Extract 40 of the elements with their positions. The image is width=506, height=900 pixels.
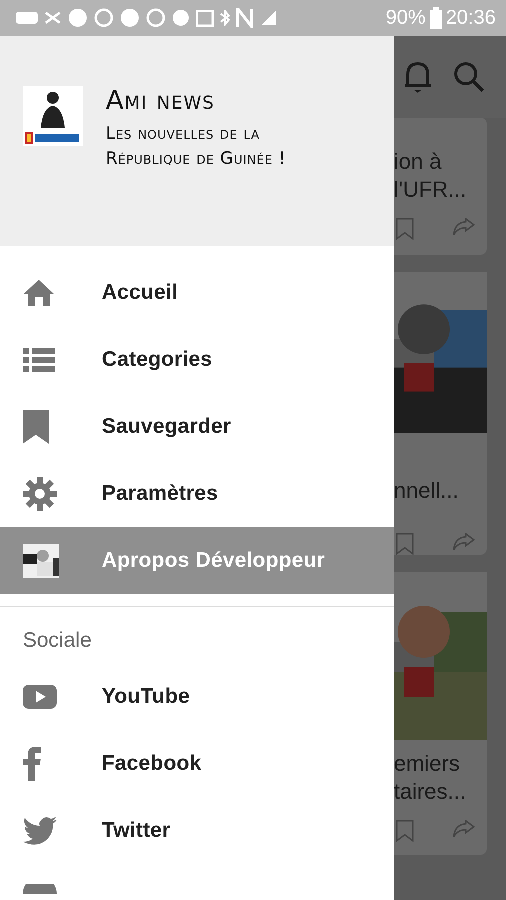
bell-icon[interactable] xyxy=(404,60,432,94)
list-icon xyxy=(23,348,55,372)
ring-icon xyxy=(146,8,166,28)
menu-item[interactable]: Categories xyxy=(0,326,394,393)
clock: 20:36 xyxy=(446,6,496,30)
bookmark-icon[interactable] xyxy=(396,218,414,240)
menu-item[interactable]: Paramètres xyxy=(0,460,394,527)
signal-icon xyxy=(260,9,278,27)
card-headline: emiers xyxy=(394,750,462,778)
card-headline: taires... xyxy=(394,778,468,806)
app-title: Ami news xyxy=(106,86,216,116)
search-icon[interactable] xyxy=(454,62,484,92)
share-icon[interactable] xyxy=(453,218,475,236)
nfc-icon xyxy=(236,8,254,28)
bookmark-icon[interactable] xyxy=(396,820,414,842)
image-icon xyxy=(196,10,214,26)
menu-item[interactable]: YouTube xyxy=(0,663,394,730)
card-headline: nnell... xyxy=(394,477,460,505)
battery-icon xyxy=(430,7,442,29)
menu-item[interactable]: Facebook xyxy=(0,730,394,797)
share-icon[interactable] xyxy=(453,820,475,838)
youtube-icon xyxy=(23,684,57,708)
battery-percent: 90% xyxy=(386,6,426,30)
settings-icon xyxy=(23,476,57,510)
menu-item[interactable]: Sauvegarder xyxy=(0,393,394,460)
home-icon xyxy=(23,278,55,306)
section-heading: Sociale xyxy=(22,628,93,654)
ring-icon xyxy=(94,8,114,28)
card-headline: ion à xyxy=(394,148,443,176)
bird-icon xyxy=(23,816,57,844)
card-headline: l'UFR... xyxy=(394,176,468,204)
menu-item[interactable]: Twitter xyxy=(0,797,394,864)
share-icon[interactable] xyxy=(453,533,475,551)
bookmark-icon[interactable] xyxy=(396,533,414,555)
menu-item[interactable]: Accueil xyxy=(0,259,394,326)
bookmark-icon xyxy=(23,410,49,444)
app-logo xyxy=(23,86,83,146)
facebook-icon xyxy=(23,746,41,780)
bluetooth-icon xyxy=(220,10,230,26)
app-tagline: Les nouvelles de la République de Guinée ! xyxy=(106,123,288,171)
